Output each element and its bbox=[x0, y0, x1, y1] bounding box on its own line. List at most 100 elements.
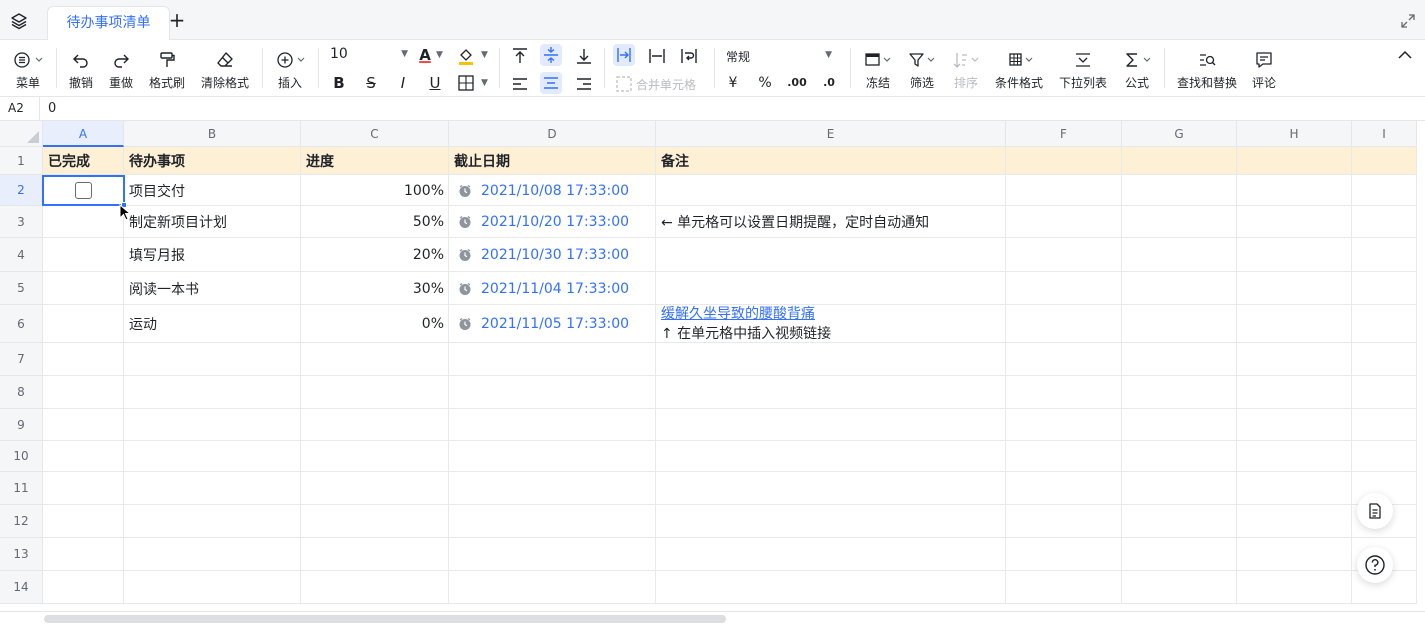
task-name-cell[interactable]: 项目交付 bbox=[124, 175, 301, 206]
due-date-cell[interactable]: 2021/10/20 17:33:00 bbox=[449, 206, 656, 238]
grid-cell[interactable] bbox=[301, 538, 449, 571]
align-top-icon[interactable] bbox=[510, 46, 530, 66]
percent-button[interactable]: % bbox=[754, 72, 776, 94]
grid-cell[interactable] bbox=[1237, 238, 1352, 272]
grid-cell[interactable] bbox=[1352, 305, 1417, 343]
grid-cell[interactable] bbox=[656, 441, 1006, 472]
filter-button[interactable]: 筛选 bbox=[904, 50, 940, 91]
grid-cell[interactable] bbox=[1352, 175, 1417, 206]
grid-cell[interactable] bbox=[1237, 206, 1352, 238]
grid-cell[interactable] bbox=[1006, 147, 1122, 175]
grid-cell[interactable] bbox=[656, 343, 1006, 376]
grid-cell[interactable] bbox=[1237, 472, 1352, 505]
comment-button[interactable]: 评论 bbox=[1248, 50, 1280, 91]
note-cell[interactable] bbox=[656, 272, 1006, 305]
grid-cell[interactable] bbox=[1122, 238, 1237, 272]
grid-cell[interactable] bbox=[1237, 147, 1352, 175]
format-painter-button[interactable]: 格式刷 bbox=[146, 50, 188, 91]
grid-cell[interactable] bbox=[1237, 343, 1352, 376]
grid-cell[interactable] bbox=[43, 376, 124, 409]
row-header-12[interactable]: 12 bbox=[0, 505, 43, 538]
grid-cell[interactable] bbox=[1122, 147, 1237, 175]
row-header-3[interactable]: 3 bbox=[0, 206, 43, 238]
column-header-g[interactable]: G bbox=[1122, 121, 1237, 147]
grid-cell[interactable] bbox=[656, 571, 1006, 604]
undo-button[interactable]: 撤销 bbox=[66, 50, 96, 91]
expand-icon[interactable] bbox=[1401, 14, 1415, 28]
help-button[interactable] bbox=[1357, 547, 1393, 583]
sheet-grid[interactable]: A B C D E F G H I 1 2 3 4 5 6 7 8 9 10 11 12 13 14 已完成 待办事项 进度 截止日… bbox=[0, 121, 1417, 611]
grid-cell[interactable] bbox=[1006, 571, 1122, 604]
grid-cell[interactable] bbox=[1122, 538, 1237, 571]
grid-cell[interactable] bbox=[301, 409, 449, 441]
grid-cell[interactable] bbox=[1237, 538, 1352, 571]
grid-cell[interactable] bbox=[124, 472, 301, 505]
border-icon[interactable] bbox=[458, 75, 474, 91]
grid-cell[interactable] bbox=[43, 538, 124, 571]
increase-decimal-button[interactable]: .00 bbox=[786, 72, 808, 94]
grid-cell[interactable] bbox=[1352, 147, 1417, 175]
grid-cell[interactable] bbox=[1006, 305, 1122, 343]
column-header-a[interactable]: A bbox=[43, 121, 124, 147]
align-left-icon[interactable] bbox=[510, 74, 530, 94]
task-name-cell[interactable]: 运动 bbox=[124, 305, 301, 343]
grid-cell[interactable] bbox=[301, 343, 449, 376]
row-header-4[interactable]: 4 bbox=[0, 238, 43, 272]
column-header-i[interactable]: I bbox=[1352, 121, 1417, 147]
currency-button[interactable]: ¥ bbox=[722, 72, 744, 94]
column-header-d[interactable]: D bbox=[449, 121, 656, 147]
grid-cell[interactable] bbox=[301, 441, 449, 472]
grid-cell[interactable] bbox=[124, 505, 301, 538]
grid-cell[interactable] bbox=[1122, 409, 1237, 441]
grid-cell[interactable] bbox=[1122, 175, 1237, 206]
grid-cell[interactable] bbox=[1237, 305, 1352, 343]
dropdown-list-button[interactable]: 下拉列表 bbox=[1056, 50, 1110, 91]
grid-cell[interactable] bbox=[1122, 441, 1237, 472]
row-header-5[interactable]: 5 bbox=[0, 272, 43, 305]
done-checkbox-cell[interactable] bbox=[43, 175, 124, 206]
clear-format-button[interactable]: 清除格式 bbox=[198, 50, 252, 91]
grid-cell[interactable] bbox=[1237, 571, 1352, 604]
grid-cell[interactable] bbox=[449, 538, 656, 571]
grid-cell[interactable] bbox=[1122, 272, 1237, 305]
italic-button[interactable]: I bbox=[392, 72, 414, 94]
note-cell[interactable]: ← 单元格可以设置日期提醒，定时自动通知 bbox=[656, 206, 1006, 238]
grid-cell[interactable] bbox=[1006, 175, 1122, 206]
align-bottom-icon[interactable] bbox=[574, 46, 594, 66]
progress-cell[interactable]: 50% bbox=[301, 206, 449, 238]
grid-cell[interactable] bbox=[1352, 272, 1417, 305]
collapse-toolbar-icon[interactable] bbox=[1396, 48, 1414, 62]
insert-button[interactable]: 插入 bbox=[270, 50, 310, 91]
wrap-overflow-button[interactable] bbox=[613, 44, 635, 66]
grid-cell[interactable] bbox=[1122, 472, 1237, 505]
grid-cell[interactable] bbox=[124, 343, 301, 376]
grid-cell[interactable] bbox=[1006, 505, 1122, 538]
grid-cell[interactable] bbox=[1006, 206, 1122, 238]
task-name-cell[interactable]: 制定新项目计划 bbox=[124, 206, 301, 238]
grid-cell[interactable] bbox=[1122, 305, 1237, 343]
grid-cell[interactable] bbox=[1122, 571, 1237, 604]
column-header-c[interactable]: C bbox=[301, 121, 449, 147]
grid-cell[interactable] bbox=[1352, 441, 1417, 472]
grid-cell[interactable] bbox=[656, 376, 1006, 409]
grid-cell[interactable] bbox=[656, 538, 1006, 571]
done-checkbox-cell[interactable] bbox=[43, 206, 124, 238]
grid-cell[interactable] bbox=[43, 472, 124, 505]
row-header-14[interactable]: 14 bbox=[0, 571, 43, 604]
grid-cell[interactable] bbox=[43, 343, 124, 376]
grid-cell[interactable] bbox=[1237, 272, 1352, 305]
menu-button[interactable]: 菜单 bbox=[8, 50, 48, 91]
row-header-7[interactable]: 7 bbox=[0, 343, 43, 376]
grid-cell[interactable] bbox=[1006, 409, 1122, 441]
grid-cell[interactable] bbox=[124, 441, 301, 472]
due-date-cell[interactable]: 2021/10/30 17:33:00 bbox=[449, 238, 656, 272]
note-cell[interactable] bbox=[656, 175, 1006, 206]
grid-cell[interactable] bbox=[1006, 472, 1122, 505]
row-header-9[interactable]: 9 bbox=[0, 409, 43, 441]
number-format-select[interactable]: 常规 ▼ bbox=[726, 48, 834, 65]
row-header-13[interactable]: 13 bbox=[0, 538, 43, 571]
grid-cell[interactable] bbox=[1006, 538, 1122, 571]
note-cell[interactable]: 缓解久坐导致的腰酸背痛 ↑ 在单元格中插入视频链接 bbox=[656, 305, 1006, 343]
strikethrough-button[interactable]: S bbox=[360, 72, 382, 94]
grid-cell[interactable] bbox=[43, 409, 124, 441]
